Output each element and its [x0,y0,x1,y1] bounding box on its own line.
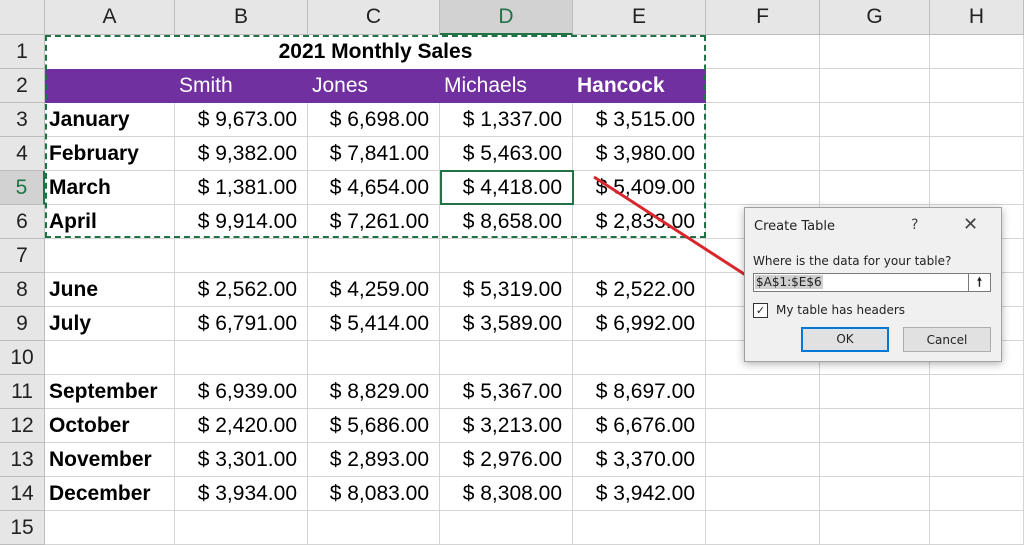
arrow-line [593,175,759,285]
range-prompt-label: Where is the data for your table? [753,254,952,268]
close-button[interactable]: ✕ [963,214,978,235]
dialog-body: Where is the data for your table? $A$1:$… [745,246,1001,361]
create-table-dialog: Create Table ? ✕ Where is the data for y… [744,207,1002,362]
range-input[interactable]: $A$1:$E$6 🠕 [753,273,991,292]
headers-checkbox-label[interactable]: My table has headers [776,303,905,317]
headers-checkbox[interactable]: ✓ [753,303,768,318]
collapse-dialog-icon[interactable]: 🠕 [968,274,990,291]
help-button[interactable]: ? [911,217,918,233]
cancel-button[interactable]: Cancel [903,327,991,352]
ok-button[interactable]: OK [801,327,889,352]
range-value: $A$1:$E$6 [755,275,823,289]
dialog-title: Create Table [754,219,835,234]
